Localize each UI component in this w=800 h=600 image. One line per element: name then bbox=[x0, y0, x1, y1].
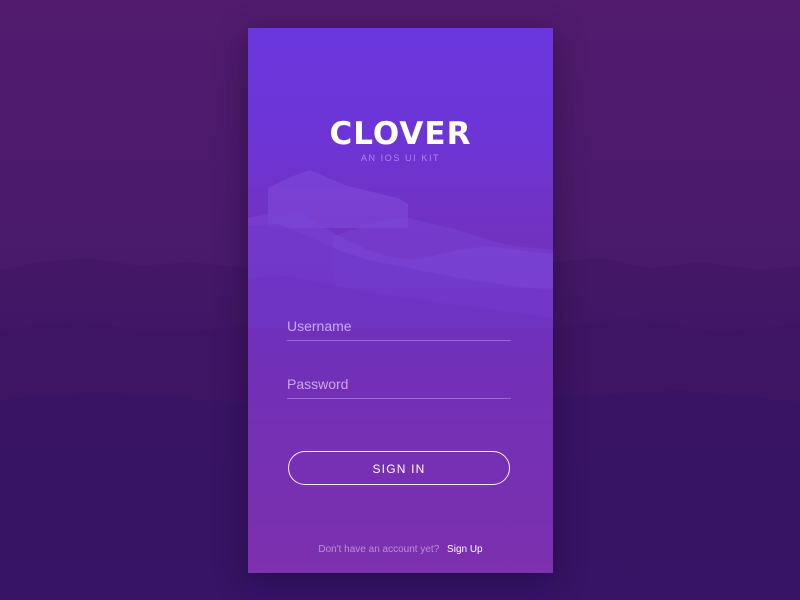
sign-in-button[interactable]: SIGN IN bbox=[288, 451, 510, 485]
password-input[interactable] bbox=[287, 372, 511, 396]
username-input[interactable] bbox=[287, 314, 511, 338]
signup-prompt-text: Don't have an account yet? bbox=[318, 544, 440, 555]
mountain-illustration bbox=[248, 170, 553, 573]
sign-up-link[interactable]: Sign Up bbox=[447, 544, 483, 555]
phone-screen: CLOVER AN IOS UI KIT SIGN IN Don't have … bbox=[248, 28, 553, 573]
app-logo: CLOVER bbox=[329, 116, 472, 152]
password-field[interactable] bbox=[287, 372, 511, 399]
signup-prompt: Don't have an account yet? Sign Up bbox=[248, 544, 553, 556]
app-tagline: AN IOS UI KIT bbox=[360, 153, 441, 163]
username-field[interactable] bbox=[287, 314, 511, 341]
